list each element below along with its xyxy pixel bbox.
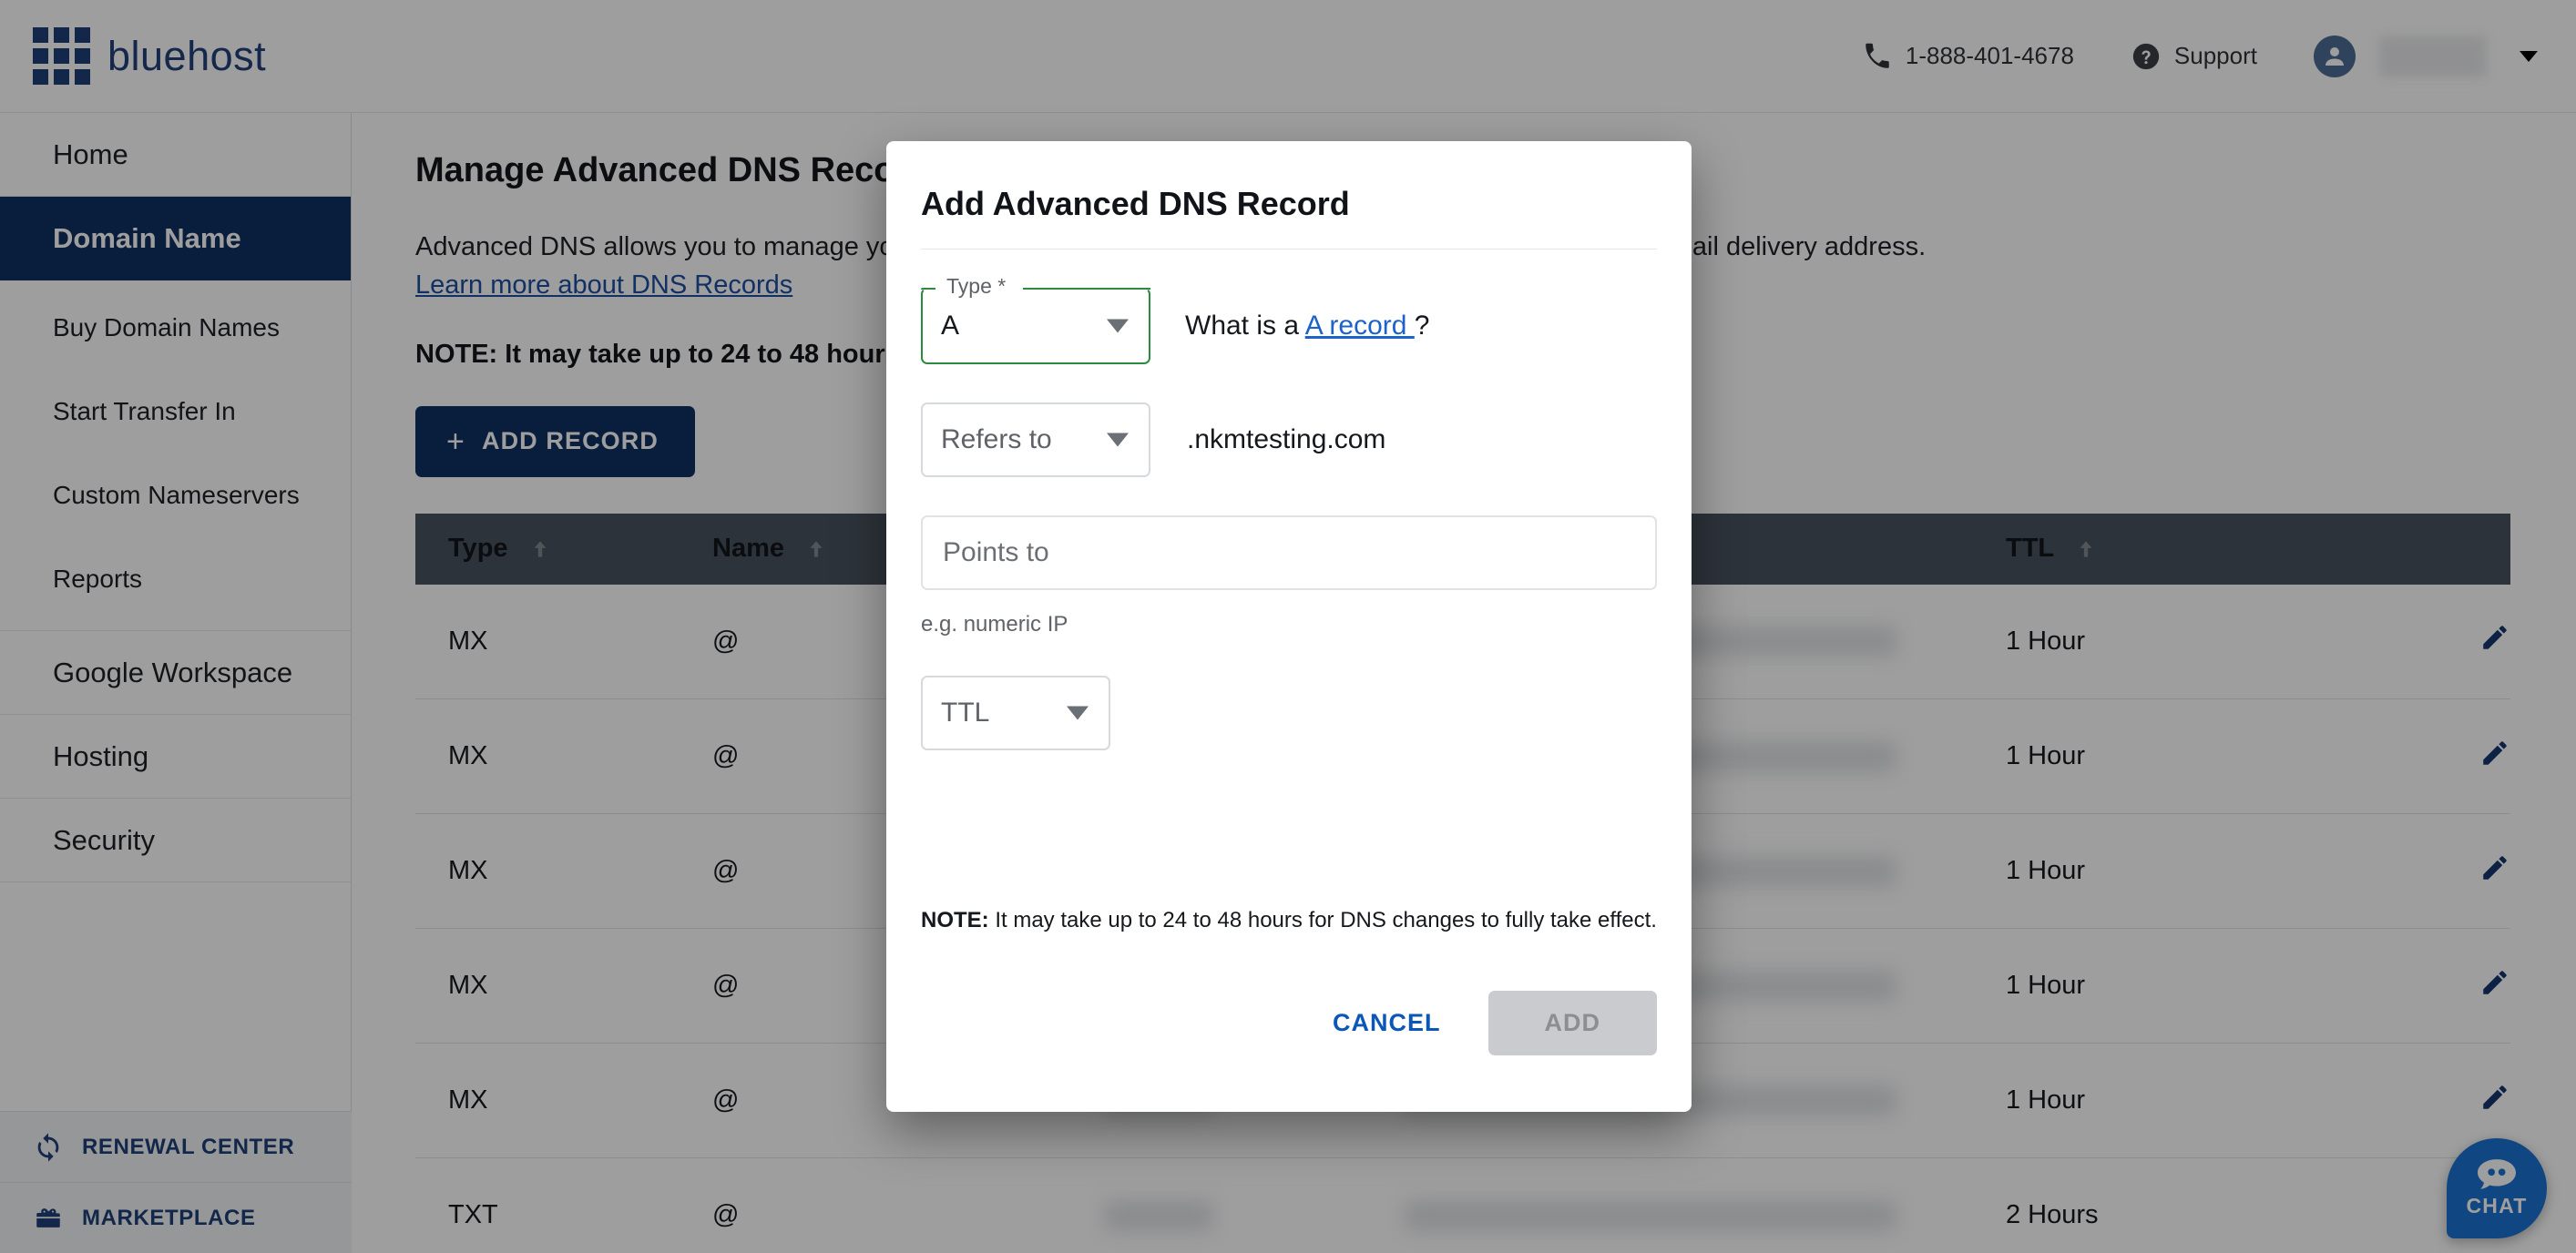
ttl-field-row: TTL [921, 676, 1657, 750]
refers-to-placeholder: Refers to [941, 424, 1052, 455]
dialog-note-rest: It may take up to 24 to 48 hours for DNS… [989, 908, 1657, 932]
help-prefix: What is a [1185, 311, 1305, 341]
dialog-title: Add Advanced DNS Record [921, 141, 1657, 223]
points-to-helper-text: e.g. numeric IP [921, 612, 1657, 637]
cancel-button[interactable]: CANCEL [1316, 991, 1457, 1055]
add-dns-record-dialog: Add Advanced DNS Record Type * A What is… [886, 141, 1692, 1112]
points-to-input[interactable] [921, 515, 1657, 590]
help-suffix: ? [1415, 311, 1430, 341]
refers-to-select[interactable]: Refers to [921, 402, 1150, 477]
domain-suffix-label: .nkmtesting.com [1187, 424, 1385, 455]
dialog-actions: CANCEL ADD [1316, 991, 1657, 1055]
add-button[interactable]: ADD [1488, 991, 1658, 1055]
type-select-value: A [941, 311, 959, 341]
type-field-row: Type * A What is a A record ? [921, 288, 1657, 364]
a-record-link[interactable]: A record [1305, 311, 1415, 341]
points-to-field-row [921, 515, 1657, 590]
type-help-text: What is a A record ? [1185, 311, 1429, 341]
dropdown-arrow-icon [1067, 707, 1089, 720]
refers-to-field-row: Refers to .nkmtesting.com [921, 402, 1657, 477]
app-root: bluehost 1-888-401-4678 Support [0, 0, 2576, 1253]
dialog-note-bold: NOTE: [921, 908, 989, 932]
dialog-note: NOTE: It may take up to 24 to 48 hours f… [921, 908, 1657, 933]
type-field-label: Type * [941, 274, 1011, 299]
dropdown-arrow-icon [1107, 433, 1129, 447]
ttl-select[interactable]: TTL [921, 676, 1110, 750]
dialog-title-divider [921, 249, 1657, 250]
ttl-placeholder: TTL [941, 698, 989, 728]
dropdown-arrow-icon [1107, 320, 1129, 333]
type-select[interactable]: Type * A [921, 288, 1150, 364]
